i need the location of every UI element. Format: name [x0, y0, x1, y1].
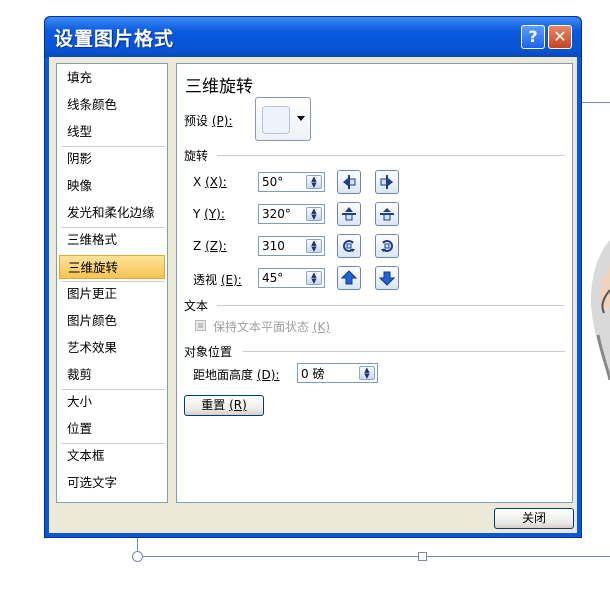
category-item[interactable]: 裁剪	[59, 363, 165, 387]
tilt-down-icon	[380, 208, 394, 221]
x-rotation-spinner[interactable]: ▲▼	[258, 172, 325, 192]
distance-from-ground-label: 距地面高度 (D):	[193, 368, 280, 382]
rotate-right-button[interactable]	[375, 170, 399, 194]
category-item[interactable]: 位置	[59, 417, 165, 441]
category-item[interactable]: 阴影	[59, 147, 165, 171]
text-heading: 文本	[184, 299, 209, 313]
title-bar[interactable]: 设置图片格式 ? ✕	[45, 17, 581, 57]
perspective-label: 透视 (E):	[193, 273, 242, 287]
reset-button[interactable]: 重置 (R)	[184, 395, 264, 416]
rotate-counterclockwise-button[interactable]	[337, 234, 361, 258]
perspective-spinner[interactable]: ▲▼	[258, 268, 325, 288]
tilt-up-button[interactable]	[337, 202, 361, 226]
category-item[interactable]: 图片颜色	[59, 309, 165, 333]
3d-rotation-panel: 三维旋转 预设 (P): 旋转 X (X): ▲▼ Y (Y):	[176, 63, 573, 503]
slide-guide-line	[143, 556, 610, 557]
rotate-ccw-icon	[343, 240, 355, 252]
perspective-decrease-icon	[379, 271, 395, 286]
slide-guide-line	[582, 102, 610, 103]
category-item[interactable]: 可选文字	[59, 471, 165, 495]
category-item[interactable]: 填充	[59, 66, 165, 90]
dialog-body: 填充 线条颜色 线型 阴影 映像 发光和柔化边缘 三维格式 三维旋转 图片更正 图片颜色 艺术效果裁…	[49, 57, 577, 533]
category-list: 填充线条颜色线型阴影映像发光和柔化边缘 三维格式三维旋转图片更正图片颜色艺术效果裁…	[56, 63, 168, 503]
close-window-button[interactable]: ✕	[548, 25, 572, 49]
distance-spinner[interactable]: ▲▼	[297, 363, 378, 383]
spin-buttons[interactable]: ▲ ▼	[306, 239, 322, 253]
preset-dropdown[interactable]	[255, 97, 311, 141]
rotate-left-button[interactable]	[337, 170, 361, 194]
object-position-heading: 对象位置	[184, 345, 233, 359]
distance-input[interactable]	[298, 364, 359, 382]
help-button[interactable]: ?	[521, 25, 545, 49]
category-item[interactable]: 映像	[59, 174, 165, 198]
section-divider	[243, 351, 565, 352]
spin-buttons[interactable]: ▲ ▼	[359, 366, 375, 380]
preset-label: 预设 (P):	[184, 114, 233, 128]
x-rotation-input[interactable]	[259, 173, 306, 191]
perspective-increase-icon	[341, 270, 357, 285]
rotation-heading: 旋转	[184, 149, 209, 163]
perspective-input[interactable]	[259, 269, 306, 287]
rotate-clockwise-button[interactable]	[375, 234, 399, 258]
category-item[interactable]: 艺术效果	[59, 336, 165, 360]
category-item[interactable]: 线条颜色	[59, 93, 165, 117]
category-item[interactable]: 大小	[59, 390, 165, 414]
y-rotation-label: Y (Y):	[193, 207, 225, 221]
section-divider	[217, 155, 565, 156]
spin-buttons[interactable]: ▲ ▼	[306, 175, 322, 189]
category-item[interactable]: 三维格式	[59, 228, 165, 252]
tilt-down-button[interactable]	[375, 202, 399, 226]
category-item[interactable]: 三维旋转	[59, 255, 165, 279]
category-item[interactable]: 发光和柔化边缘	[59, 201, 165, 225]
resize-handle[interactable]	[418, 552, 427, 561]
x-rotation-label: X (X):	[193, 175, 227, 189]
tilt-up-icon	[342, 207, 356, 221]
category-item[interactable]: 文本框	[59, 444, 165, 468]
y-rotation-input[interactable]	[259, 205, 306, 223]
rotation-handle[interactable]	[132, 551, 143, 562]
section-divider	[217, 305, 565, 306]
spin-buttons[interactable]: ▲ ▼	[306, 207, 322, 221]
category-item[interactable]: 线型	[59, 120, 165, 144]
keep-text-flat-label: 保持文本平面状态 (K)	[213, 320, 331, 334]
z-rotation-spinner[interactable]: ▲▼	[258, 236, 325, 256]
panel-title: 三维旋转	[185, 77, 253, 97]
z-rotation-input[interactable]	[259, 237, 306, 255]
rotate-right-icon	[380, 175, 393, 189]
slide-guide-line	[137, 538, 138, 552]
preset-preview-icon	[262, 106, 290, 134]
increase-perspective-button[interactable]	[337, 266, 361, 290]
spin-buttons[interactable]: ▲ ▼	[306, 271, 322, 285]
decrease-perspective-button[interactable]	[375, 266, 399, 290]
z-rotation-label: Z (Z):	[193, 239, 227, 253]
format-picture-dialog: 设置图片格式 ? ✕ 填充 线条颜色 线型 阴影 映像 发光和柔化边缘 三维格式 三维旋转 图片…	[44, 16, 582, 538]
dialog-title: 设置图片格式	[54, 28, 175, 50]
category-item[interactable]: 图片更正	[59, 282, 165, 306]
y-rotation-spinner[interactable]: ▲▼	[258, 204, 325, 224]
keep-text-flat-checkbox[interactable]	[195, 320, 206, 331]
dropdown-arrow-icon	[297, 116, 305, 121]
slide-picture	[590, 240, 610, 381]
rotate-left-icon	[343, 175, 356, 189]
close-button[interactable]: 关闭	[494, 508, 574, 529]
rotate-cw-icon	[381, 240, 393, 252]
